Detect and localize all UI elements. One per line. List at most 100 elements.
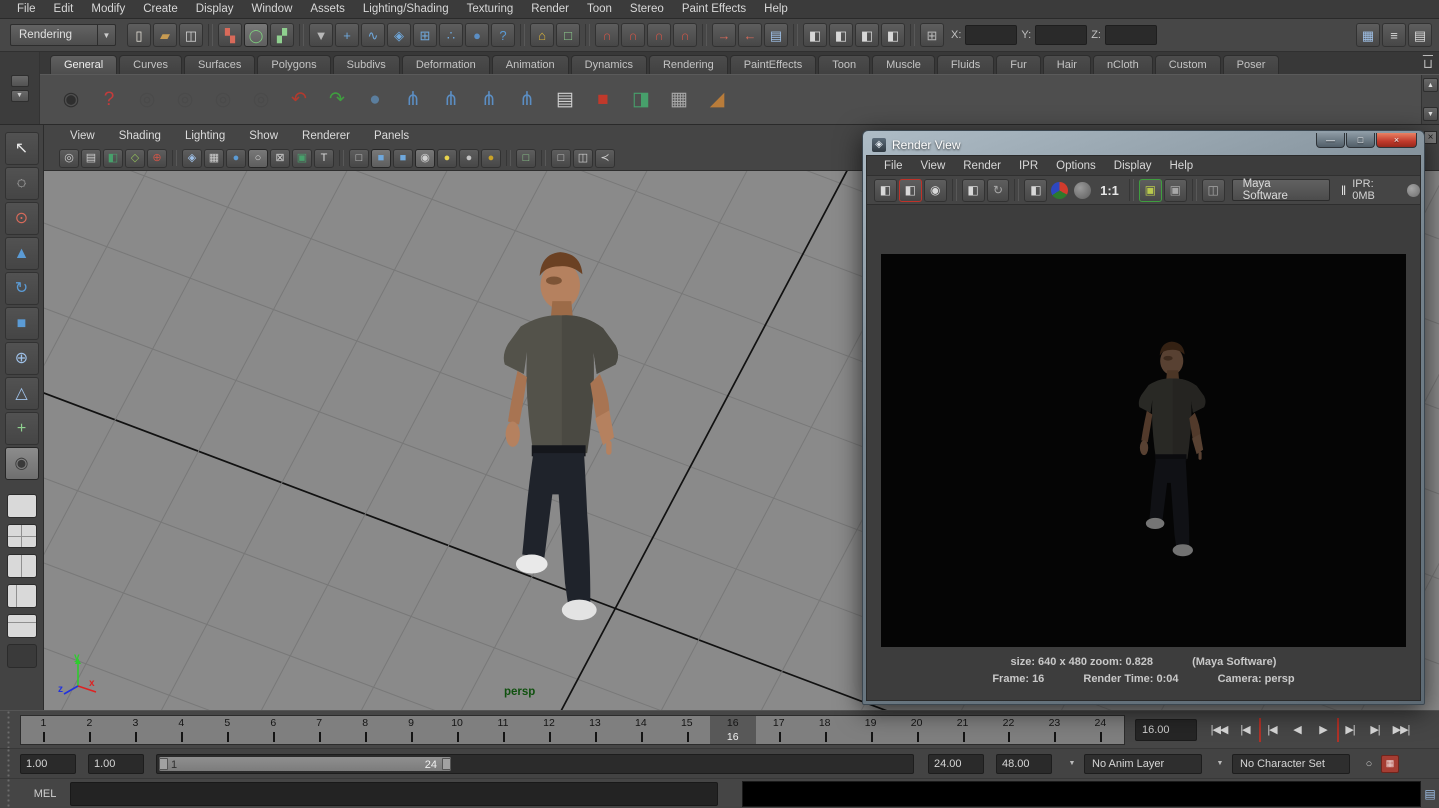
sphere-project-icon[interactable]: ◨ [624, 83, 658, 117]
menu-help[interactable]: Help [755, 3, 797, 15]
timeline-frame-16[interactable]: 1616 [710, 716, 756, 744]
layout-two-pane[interactable] [7, 554, 37, 578]
shelf-tab-deformation[interactable]: Deformation [402, 55, 490, 74]
range-end-handle[interactable] [442, 758, 451, 770]
redo-icon[interactable]: ↷ [320, 83, 354, 117]
shelf-help-icon[interactable]: ? [92, 83, 126, 117]
redo-previous-render-icon[interactable]: ◧ [899, 179, 922, 202]
anim-layer-selector[interactable]: No Anim Layer [1084, 754, 1202, 774]
save-scene-icon[interactable]: ◫ [179, 23, 203, 47]
y-coordinate-input[interactable] [1035, 25, 1087, 45]
wire-cube-icon[interactable]: □ [349, 149, 369, 168]
shelf-tab-ncloth[interactable]: nCloth [1093, 55, 1153, 74]
camera-aim-up-icon[interactable]: ◎ [206, 83, 240, 117]
textured-mode-icon[interactable]: ▣ [292, 149, 312, 168]
share-view-icon[interactable]: ≺ [595, 149, 615, 168]
make-live-point-icon[interactable]: ∩ [647, 23, 671, 47]
render-icon[interactable]: ◧ [874, 179, 897, 202]
command-results-area[interactable] [742, 781, 1421, 807]
rotate-tool-icon[interactable]: ↻ [5, 272, 39, 305]
display-options-icon[interactable]: ◫ [1202, 179, 1225, 202]
timeline-frame-24[interactable]: 24 [1078, 716, 1124, 744]
render-view-titlebar[interactable]: ◈ Render View — □ × [866, 134, 1421, 155]
step-forward-frame-button[interactable]: ▶| [1337, 718, 1361, 742]
playback-range-track[interactable]: 1 24 [156, 754, 914, 774]
ik-spline-icon[interactable]: ⋔ [472, 83, 506, 117]
range-start-handle[interactable] [159, 758, 168, 770]
timeline-frame-9[interactable]: 9 [389, 716, 435, 744]
timeline-frame-14[interactable]: 14 [618, 716, 664, 744]
viewport-menu-show[interactable]: Show [239, 130, 288, 142]
shelf-tab-hair[interactable]: Hair [1043, 55, 1091, 74]
timeline-frame-2[interactable]: 2 [67, 716, 113, 744]
render-view-menu-options[interactable]: Options [1047, 160, 1105, 172]
select-hierarchy-icon[interactable]: ▚ [218, 23, 242, 47]
undo-icon[interactable]: ↶ [282, 83, 316, 117]
camera-move-icon[interactable]: ◎ [244, 83, 278, 117]
viewport-menu-lighting[interactable]: Lighting [175, 130, 235, 142]
make-live-plane-icon[interactable]: ∩ [673, 23, 697, 47]
character-set-selector[interactable]: No Character Set [1232, 754, 1350, 774]
camera-aim-icon[interactable]: ◎ [168, 83, 202, 117]
ik-handle-icon[interactable]: ⋔ [434, 83, 468, 117]
menu-paint-effects[interactable]: Paint Effects [673, 3, 755, 15]
maximize-button[interactable]: □ [1346, 133, 1375, 148]
coords-mode-icon[interactable]: ⊞ [920, 23, 944, 47]
play-backwards-button[interactable]: ◀ [1285, 718, 1309, 742]
render-current-frame-icon[interactable]: ◧ [803, 23, 827, 47]
timeline-frame-13[interactable]: 13 [572, 716, 618, 744]
step-back-key-button[interactable]: |◀ [1233, 718, 1257, 742]
shelf-tab-custom[interactable]: Custom [1155, 55, 1221, 74]
channel-box-icon[interactable]: ▦ [1356, 23, 1380, 47]
snap-curve-icon[interactable]: ∿ [361, 23, 385, 47]
new-scene-icon[interactable]: ▯ [127, 23, 151, 47]
shelf-tab-polygons[interactable]: Polygons [257, 55, 330, 74]
timeline-frame-21[interactable]: 21 [940, 716, 986, 744]
viewport-menu-shading[interactable]: Shading [109, 130, 171, 142]
range-slider-grip[interactable] [0, 749, 20, 778]
shelf-tab-curves[interactable]: Curves [119, 55, 182, 74]
refresh-ipr-icon[interactable]: ↻ [987, 179, 1010, 202]
step-forward-key-button[interactable]: ▶| [1363, 718, 1387, 742]
animation-start-field[interactable] [20, 754, 76, 774]
delete-unused-icon[interactable]: ● [358, 83, 392, 117]
hud-text-icon[interactable]: T [314, 149, 334, 168]
light-gold-icon[interactable]: ● [481, 149, 501, 168]
go-to-end-button[interactable]: ▶▶| [1389, 718, 1413, 742]
light-default-icon[interactable]: ● [437, 149, 457, 168]
auto-keyframe-icon[interactable]: ○ [1360, 755, 1378, 773]
viewport-menu-panels[interactable]: Panels [364, 130, 419, 142]
isolate-select-icon[interactable]: □ [516, 149, 536, 168]
keep-image-icon[interactable]: ▣ [1139, 179, 1162, 202]
one-to-one-zoom-button[interactable]: 1:1 [1100, 183, 1119, 198]
timeline-frame-12[interactable]: 12 [526, 716, 572, 744]
timeline-frame-8[interactable]: 8 [343, 716, 389, 744]
render-view-menu-render[interactable]: Render [954, 160, 1010, 172]
menu-lighting-shading[interactable]: Lighting/Shading [354, 3, 458, 15]
command-line-grip[interactable] [0, 779, 20, 808]
timeline-frame-18[interactable]: 18 [802, 716, 848, 744]
shelf-tab-general[interactable]: General [50, 55, 117, 74]
playblast-icon[interactable]: ◉ [54, 83, 88, 117]
timeline-frame-7[interactable]: 7 [297, 716, 343, 744]
open-scene-icon[interactable]: ▰ [153, 23, 177, 47]
image-plane-icon[interactable]: ◇ [125, 149, 145, 168]
default-material-icon[interactable]: ○ [248, 149, 268, 168]
menu-render[interactable]: Render [522, 3, 578, 15]
paint-select-tool-icon[interactable]: ⊙ [5, 202, 39, 235]
shelf-tab-muscle[interactable]: Muscle [872, 55, 935, 74]
mel-command-input[interactable] [70, 782, 718, 806]
region-render-icon[interactable]: ◧ [1024, 179, 1047, 202]
make-live-curve-icon[interactable]: ∩ [621, 23, 645, 47]
shelf-tab-fur[interactable]: Fur [996, 55, 1041, 74]
hypergraph-icon[interactable]: ▤ [548, 83, 582, 117]
snap-mode-icon[interactable]: ▼ [309, 23, 333, 47]
paint-brush-icon[interactable]: ◢ [700, 83, 734, 117]
menu-assets[interactable]: Assets [301, 3, 354, 15]
smooth-shade-cube-icon[interactable]: ■ [371, 149, 391, 168]
close-button[interactable]: × [1376, 133, 1417, 148]
shelf-tab-toon[interactable]: Toon [818, 55, 870, 74]
menu-create[interactable]: Create [134, 3, 187, 15]
select-component-icon[interactable]: ▞ [270, 23, 294, 47]
snap-center-icon[interactable]: ● [465, 23, 489, 47]
